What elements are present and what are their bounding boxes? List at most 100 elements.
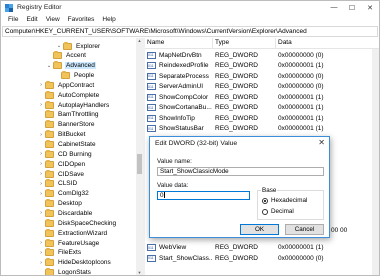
- column-header-name[interactable]: Name: [145, 38, 213, 48]
- value-type-cell: REG_DWORD: [215, 244, 258, 251]
- tree-item[interactable]: › CD Burning: [37, 149, 93, 159]
- value-type-cell: REG_DWORD: [215, 104, 258, 111]
- scroll-down-arrow-icon[interactable]: ▼: [136, 270, 143, 275]
- expand-chevron-icon[interactable]: ›: [37, 250, 45, 256]
- ok-button[interactable]: OK: [240, 224, 279, 235]
- value-row[interactable]: ReindexedProfile REG_DWORD 0x00000001 (1): [145, 61, 379, 71]
- value-row[interactable]: ShowInfoTip REG_DWORD 0x00000001 (1): [145, 113, 379, 123]
- folder-icon: [53, 61, 62, 70]
- value-name-cell: Start_ShowClass...: [159, 254, 213, 262]
- maximize-button[interactable]: ☐: [343, 1, 361, 14]
- folder-icon: [45, 80, 54, 89]
- radio-hexadecimal-dot[interactable]: [262, 197, 268, 204]
- address-bar[interactable]: Computer\HKEY_CURRENT_USER\SOFTWARE\Micr…: [2, 26, 378, 37]
- tree-item[interactable]: CabinetState: [37, 140, 97, 150]
- scrollbar-thumb[interactable]: [137, 154, 142, 174]
- tree-scrollbar[interactable]: ▲ ▼: [136, 38, 143, 275]
- dword-value-icon: [147, 93, 156, 101]
- dialog-close-icon[interactable]: ✕: [318, 138, 325, 147]
- expand-chevron-icon[interactable]: ›: [37, 210, 45, 216]
- tree-item[interactable]: › ComDlg32: [37, 189, 90, 199]
- tree-item[interactable]: › FeatureUsage: [37, 238, 100, 248]
- expand-chevron-icon[interactable]: ›: [37, 102, 45, 108]
- expand-chevron-icon[interactable]: ›: [37, 191, 45, 197]
- tree-item[interactable]: BannerStore: [37, 120, 96, 130]
- expand-chevron-icon[interactable]: ›: [37, 260, 45, 266]
- menu-help[interactable]: Help: [98, 16, 119, 23]
- folder-icon: [45, 189, 54, 198]
- tree-item[interactable]: AutoComplete: [37, 90, 100, 100]
- tree-item-label: LogonStats: [58, 269, 91, 276]
- tree-item[interactable]: › CLSID: [37, 179, 78, 189]
- tree-item[interactable]: ExtractionWizard: [37, 228, 108, 238]
- expand-chevron-icon[interactable]: ›: [37, 151, 45, 157]
- radio-decimal-dot[interactable]: [262, 208, 268, 215]
- column-header-type[interactable]: Type: [213, 38, 276, 48]
- value-row[interactable]: SeparateProcess REG_DWORD 0x00000000 (0): [145, 71, 379, 81]
- tree-item-label: DiskSpaceChecking: [58, 219, 117, 227]
- expand-chevron-icon[interactable]: ›: [37, 82, 45, 88]
- tree-item[interactable]: People: [53, 71, 95, 81]
- menu-bar: File Edit View Favorites Help: [1, 14, 379, 25]
- expand-chevron-icon[interactable]: ›: [37, 161, 45, 167]
- title-bar: Registry Editor — ☐ ✕: [1, 1, 379, 14]
- value-type-cell: REG_DWORD: [215, 72, 258, 80]
- value-name-cell: ShowInfoTip: [159, 114, 195, 122]
- tree-item-label: ExtractionWizard: [58, 229, 108, 237]
- tree-item-label: FileExts: [58, 249, 82, 257]
- tree-item[interactable]: ⌄ Explorer: [55, 41, 101, 51]
- tree-item[interactable]: › FileExts: [37, 248, 82, 258]
- tree-item[interactable]: ⌄ Advanced: [45, 61, 96, 71]
- tree-item-label: Discardable: [58, 209, 93, 217]
- column-header-data[interactable]: Data: [276, 38, 372, 48]
- tree-item[interactable]: › CIDSave: [37, 169, 85, 179]
- tree-item[interactable]: › HideDesktopIcons: [37, 258, 112, 268]
- menu-file[interactable]: File: [4, 16, 22, 23]
- tree-item[interactable]: › BitBucket: [37, 130, 86, 140]
- value-row[interactable]: WebView REG_DWORD 0x00000001 (1): [145, 243, 379, 253]
- tree-item[interactable]: LogonStats: [37, 268, 92, 276]
- minimize-button[interactable]: —: [325, 1, 343, 14]
- value-row[interactable]: ServerAdminUI REG_DWORD 0x00000000 (0): [145, 82, 379, 92]
- scroll-up-arrow-icon[interactable]: ▲: [136, 38, 143, 44]
- dword-value-icon: [147, 72, 156, 80]
- tree-item[interactable]: DiskSpaceChecking: [37, 218, 117, 228]
- tree-item[interactable]: › CIDOpen: [37, 159, 86, 169]
- menu-favorites[interactable]: Favorites: [64, 16, 99, 23]
- key-tree: LogonStats › HideDesktopIcons › FileExts › Fea…: [2, 38, 143, 276]
- value-row[interactable]: Start_ShowClass...REG_DWORD 0x00000000 (0…: [145, 253, 379, 263]
- cancel-button[interactable]: Cancel: [285, 224, 324, 235]
- tree-item[interactable]: › AutoplayHandlers: [37, 100, 110, 110]
- value-data-cell: 0x00000001 (1): [278, 114, 324, 122]
- value-data-cell: 0x00000000 (0): [278, 254, 324, 262]
- collapse-chevron-icon[interactable]: ⌄: [55, 43, 63, 49]
- menu-view[interactable]: View: [42, 16, 64, 23]
- tree-item[interactable]: › AppContract: [37, 80, 95, 90]
- tree-item-label: HideDesktopIcons: [58, 259, 111, 267]
- expand-chevron-icon[interactable]: ›: [37, 132, 45, 138]
- value-type-cell: REG_DWORD: [215, 83, 258, 90]
- tree-item[interactable]: BamThrottling: [37, 110, 99, 120]
- radio-hexadecimal[interactable]: Hexadecimal: [262, 197, 307, 204]
- dword-value-icon: [147, 244, 156, 252]
- value-name-field[interactable]: Start_ShowClassicMode: [157, 167, 324, 176]
- tree-item[interactable]: Accent: [45, 51, 87, 61]
- value-row[interactable]: MapNetDrvBtn REG_DWORD 0x00000000 (0): [145, 50, 379, 60]
- tree-item-label: CD Burning: [58, 150, 92, 158]
- value-data-field[interactable]: 0: [157, 191, 250, 200]
- menu-edit[interactable]: Edit: [22, 16, 41, 23]
- expand-chevron-icon[interactable]: ›: [37, 171, 45, 177]
- value-name-label: Value name:: [157, 158, 192, 165]
- radio-decimal[interactable]: Decimal: [262, 208, 294, 215]
- values-header: Name Type Data: [145, 38, 379, 49]
- collapse-chevron-icon[interactable]: ⌄: [45, 63, 53, 69]
- expand-chevron-icon[interactable]: ›: [37, 181, 45, 187]
- folder-icon: [45, 199, 54, 208]
- value-row[interactable]: ShowStatusBar REG_DWORD 0x00000001 (1): [145, 124, 379, 134]
- value-row[interactable]: ShowCortanaBu...REG_DWORD 0x00000001 (1): [145, 103, 379, 113]
- tree-item[interactable]: Desktop: [37, 199, 83, 209]
- close-button[interactable]: ✕: [361, 1, 379, 14]
- value-row[interactable]: ShowCompColor REG_DWORD 0x00000001 (1): [145, 92, 379, 102]
- tree-item[interactable]: › Discardable: [37, 208, 93, 218]
- expand-chevron-icon[interactable]: ›: [37, 240, 45, 246]
